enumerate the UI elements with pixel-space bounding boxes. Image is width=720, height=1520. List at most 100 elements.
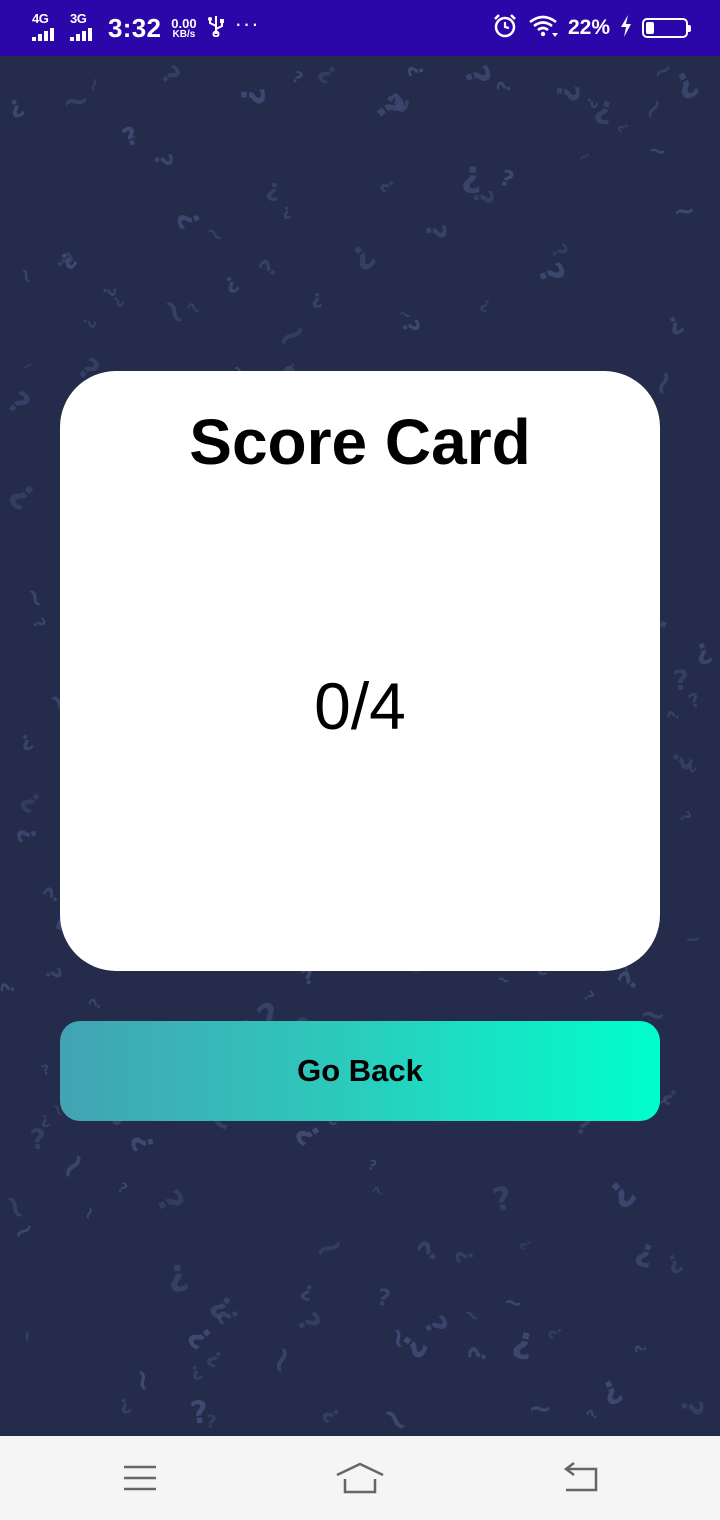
question-mark-decoration: ~ (16, 355, 38, 378)
question-mark-decoration: ? (416, 1310, 455, 1341)
question-mark-decoration: ¿ (406, 62, 432, 78)
question-mark-decoration: ¿ (453, 1246, 482, 1265)
question-mark-decoration: ¿ (460, 153, 483, 196)
question-mark-decoration: ¿ (37, 965, 64, 984)
question-mark-decoration: ? (264, 176, 282, 206)
question-mark-decoration: ~ (671, 194, 698, 229)
question-mark-decoration: ? (13, 783, 48, 820)
question-mark-decoration: ¿ (287, 68, 306, 90)
question-mark-decoration: ~ (18, 1329, 36, 1343)
status-bar: 4G 3G 3:32 0.00 KB/s ··· 22% (0, 0, 720, 56)
network-3g-indicator: 3G (70, 11, 98, 42)
question-mark-decoration: ¿ (509, 1318, 539, 1363)
question-mark-decoration: ¿ (661, 745, 697, 774)
question-mark-decoration: ~ (458, 1300, 487, 1330)
score-card-title: Score Card (189, 406, 531, 478)
question-mark-decoration: ? (148, 152, 178, 168)
question-mark-decoration: ? (297, 1278, 317, 1306)
question-mark-decoration: ? (365, 1157, 379, 1175)
question-mark-decoration: ~ (16, 581, 54, 615)
question-mark-decoration: ~ (0, 1185, 40, 1229)
question-mark-decoration: ? (28, 1122, 48, 1157)
question-mark-decoration: ? (11, 823, 44, 846)
question-mark-decoration: ? (544, 1322, 568, 1343)
back-icon[interactable] (550, 1452, 610, 1504)
question-mark-decoration: ¿ (291, 1115, 332, 1150)
question-mark-decoration: ~ (646, 137, 669, 166)
more-icon: ··· (234, 11, 260, 36)
speed-unit: KB/s (172, 28, 196, 40)
question-mark-decoration: ~ (48, 1141, 99, 1191)
network-speed: 0.00 KB/s (171, 17, 196, 40)
question-mark-decoration: ? (3, 92, 29, 124)
go-back-button[interactable]: Go Back (60, 1021, 660, 1121)
question-mark-decoration: ~ (257, 1339, 306, 1381)
question-mark-decoration: ~ (633, 90, 675, 128)
charging-icon (620, 14, 632, 42)
network-label: 4G (32, 11, 49, 26)
question-mark-decoration: ¿ (374, 1286, 393, 1314)
status-bar-left: 4G 3G 3:32 0.00 KB/s ··· (32, 11, 260, 44)
navigation-bar (0, 1436, 720, 1520)
question-mark-decoration: ? (674, 1397, 710, 1418)
question-mark-decoration: ¿ (544, 81, 583, 104)
question-mark-decoration: ¿ (689, 631, 715, 668)
question-mark-decoration: ? (493, 78, 517, 95)
question-mark-decoration: ¿ (255, 255, 287, 285)
question-mark-decoration: ? (280, 202, 293, 223)
question-mark-decoration: ~ (77, 1203, 102, 1224)
question-mark-decoration: ? (163, 1254, 192, 1299)
question-mark-decoration: ~ (381, 1325, 415, 1352)
question-mark-decoration: ~ (307, 1223, 351, 1274)
question-mark-decoration: ~ (267, 310, 318, 363)
question-mark-decoration: ¿ (152, 62, 184, 93)
network-label: 3G (70, 11, 87, 26)
question-mark-decoration: ? (496, 165, 518, 194)
question-mark-decoration: ~ (501, 1288, 525, 1317)
question-mark-decoration: ~ (574, 145, 595, 168)
speed-value: 0.00 (171, 15, 197, 31)
question-mark-decoration: ? (115, 1392, 135, 1420)
battery-percent: 22% (567, 16, 610, 39)
home-icon[interactable] (330, 1452, 390, 1504)
question-mark-decoration: ? (419, 223, 451, 240)
question-mark-decoration: ? (489, 1178, 516, 1220)
question-mark-decoration: ? (615, 119, 634, 135)
question-mark-decoration: ? (2, 473, 44, 517)
question-mark-decoration: ¿ (0, 981, 21, 995)
question-mark-decoration: ~ (60, 79, 92, 122)
question-mark-decoration: ? (517, 1236, 535, 1252)
question-mark-decoration: ? (318, 1402, 346, 1427)
question-mark-decoration: ? (77, 314, 100, 332)
signal-bars-icon (70, 28, 92, 41)
question-mark-decoration: ? (376, 174, 400, 196)
question-mark-decoration: ? (584, 1407, 602, 1423)
question-mark-decoration: ? (309, 287, 324, 313)
question-mark-decoration: ~ (11, 264, 40, 288)
battery-level-fill (646, 22, 654, 34)
question-mark-decoration: ¿ (579, 988, 597, 1006)
question-mark-decoration: ~ (125, 1366, 162, 1395)
score-value: 0/4 (314, 669, 406, 743)
question-mark-decoration: ¿ (114, 1180, 130, 1198)
question-mark-decoration: ~ (683, 927, 703, 952)
question-mark-decoration: ¿ (633, 1343, 653, 1354)
wifi-icon (528, 14, 558, 43)
question-mark-decoration: ¿ (592, 1366, 627, 1410)
question-mark-decoration: ? (456, 60, 500, 91)
question-mark-decoration: ? (630, 1234, 659, 1274)
question-mark-decoration: ~ (494, 968, 514, 991)
question-mark-decoration: ? (529, 256, 574, 291)
signal-bars-icon (32, 28, 54, 41)
menu-icon[interactable] (110, 1452, 170, 1504)
usb-icon (207, 15, 225, 41)
alarm-icon (492, 13, 518, 44)
question-mark-decoration: ~ (527, 1392, 553, 1428)
question-mark-decoration: ? (366, 86, 414, 129)
question-mark-decoration: ? (202, 1343, 228, 1372)
question-mark-decoration: ? (599, 1171, 643, 1216)
question-mark-decoration: ? (312, 57, 343, 90)
question-mark-decoration: ¿ (465, 1343, 497, 1367)
question-mark-decoration: ? (84, 994, 106, 1013)
question-mark-decoration: ¿ (674, 808, 694, 827)
